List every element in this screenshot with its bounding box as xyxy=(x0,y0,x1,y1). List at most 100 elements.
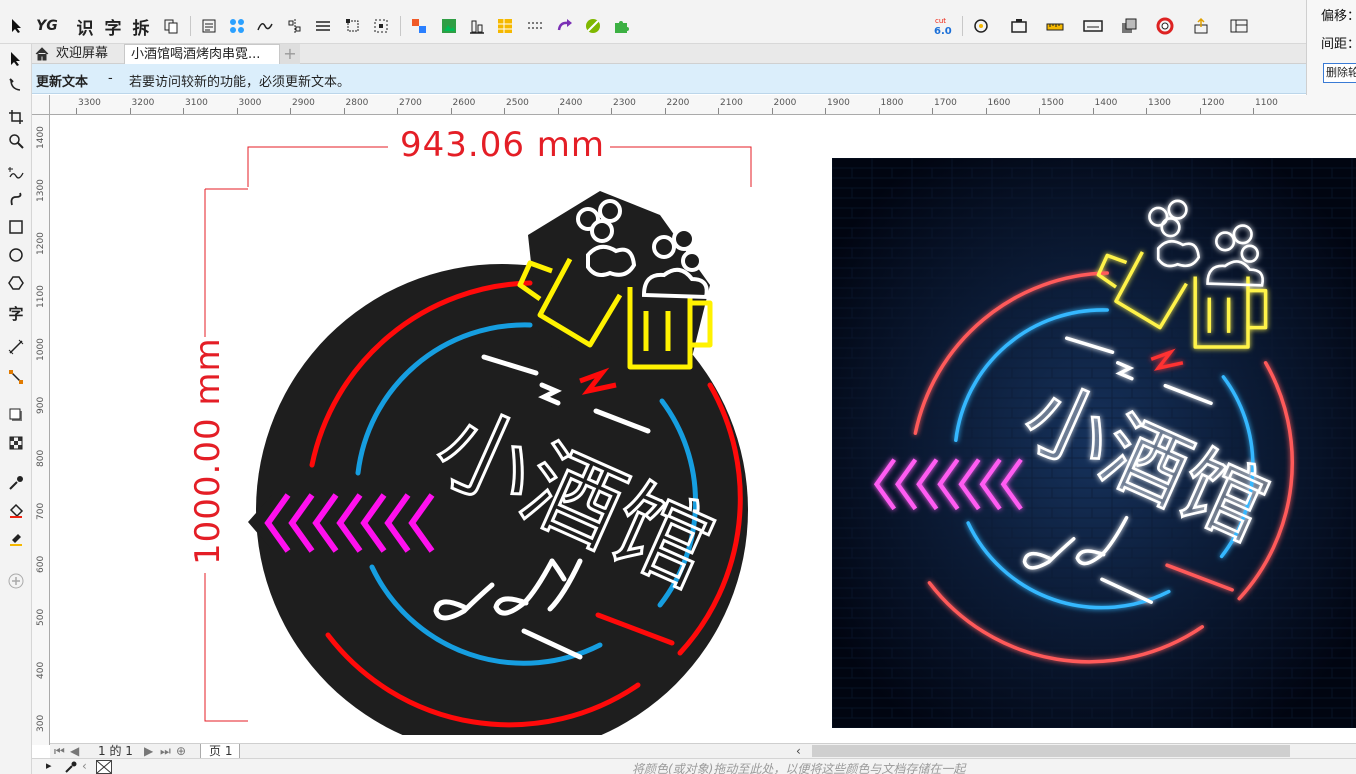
horizontal-scrollbar[interactable] xyxy=(812,745,1290,757)
text-button[interactable]: 字 xyxy=(102,14,124,39)
copy-icon[interactable] xyxy=(160,14,182,38)
ruler-tick-label: 1100 xyxy=(1255,98,1278,108)
pick-tool-icon[interactable] xyxy=(5,48,27,70)
ruler-tick-label: 2200 xyxy=(666,98,690,108)
offset-panel: 偏移： 间距： 删除轮廓 xyxy=(1306,0,1356,104)
distribute-icon[interactable] xyxy=(312,14,334,38)
dots-grid-icon[interactable] xyxy=(524,14,546,38)
pick-tool-icon[interactable] xyxy=(6,14,28,38)
horizontal-ruler[interactable]: 3300 3200 3100 3000 2900 2800 2700 2600 2500 2400… xyxy=(50,95,1356,115)
leaf-icon[interactable] xyxy=(582,14,604,38)
offset-label: 偏移： xyxy=(1321,9,1356,24)
tab-welcome[interactable]: 欢迎屏幕 xyxy=(56,44,108,64)
shadow-tool-icon[interactable] xyxy=(5,404,27,426)
node-grid-icon[interactable] xyxy=(226,14,248,38)
ruler-tick-label: 1300 xyxy=(1148,98,1171,108)
image-icon[interactable] xyxy=(438,14,460,38)
align-bottom-icon[interactable] xyxy=(466,14,488,38)
svg-text:cut: cut xyxy=(935,17,946,25)
cut-plugin-icon[interactable]: cut 6.0 xyxy=(932,14,954,38)
scroll-left-icon[interactable]: ‹ xyxy=(796,744,801,758)
ruler-tick-label: 2700 xyxy=(399,98,422,108)
ruler-tick-label: 1400 xyxy=(36,126,46,149)
camera-icon[interactable] xyxy=(1008,14,1030,38)
ruler-tick-label: 2600 xyxy=(452,98,476,108)
redo-arrow-icon[interactable] xyxy=(554,14,576,38)
ruler-tick-label: 2500 xyxy=(506,98,529,108)
document-icon[interactable] xyxy=(198,14,220,38)
align-nodes-icon[interactable] xyxy=(284,14,306,38)
add-page-icon[interactable]: ⊕ xyxy=(176,744,186,758)
eyedropper-tool-icon[interactable] xyxy=(5,472,27,494)
ruler-tick-label: 3200 xyxy=(131,98,155,108)
table-icon[interactable] xyxy=(494,14,516,38)
fill-tool-icon[interactable] xyxy=(5,500,27,522)
connector-tool-icon[interactable] xyxy=(5,366,27,388)
scroll-back-icon[interactable]: ‹ xyxy=(82,759,87,773)
add-tool-icon[interactable] xyxy=(5,570,27,592)
trace-icon[interactable] xyxy=(970,14,992,38)
curve-icon[interactable] xyxy=(254,14,276,38)
ruler-tick-label: 3100 xyxy=(185,98,208,108)
home-icon[interactable] xyxy=(34,46,50,62)
export-icon[interactable] xyxy=(1190,14,1212,38)
recognize-button[interactable]: 识 xyxy=(74,14,96,39)
ruler-tick-label: 1700 xyxy=(934,98,957,108)
ruler-tick-label: 1300 xyxy=(36,179,46,202)
ruler-tick-label: 3000 xyxy=(238,98,262,108)
page-counter: 1 的 1 xyxy=(98,744,133,758)
smart-fill-icon[interactable] xyxy=(5,528,27,550)
ruler-origin[interactable] xyxy=(32,95,50,115)
transform-icon[interactable] xyxy=(342,14,364,38)
update-dash: - xyxy=(108,71,113,86)
no-fill-swatch[interactable] xyxy=(96,760,112,774)
transparency-tool-icon[interactable] xyxy=(5,432,27,454)
polygon-tool-icon[interactable] xyxy=(5,272,27,294)
width-dimension-label[interactable]: 943.06 mm xyxy=(400,125,605,165)
rectangle-tool-icon[interactable] xyxy=(5,216,27,238)
height-dimension-label[interactable]: 1000.00 mm xyxy=(188,337,228,565)
zoom-tool-icon[interactable] xyxy=(5,130,27,152)
dimension-tool-icon[interactable] xyxy=(5,336,27,358)
yg-plugin-icon[interactable]: YG xyxy=(36,14,58,38)
ellipse-tool-icon[interactable] xyxy=(5,244,27,266)
artistic-media-icon[interactable] xyxy=(5,188,27,210)
svg-text:6.0: 6.0 xyxy=(934,26,952,37)
neon-sign-vector[interactable]: 小酒馆 xyxy=(240,175,760,735)
eyedropper-icon[interactable] xyxy=(64,760,78,774)
split-button[interactable]: 拆 xyxy=(130,14,152,39)
arrange-icon[interactable] xyxy=(408,14,430,38)
keyboard-icon[interactable] xyxy=(1082,14,1104,38)
crop-tool-icon[interactable] xyxy=(5,106,27,128)
text-tool-icon[interactable]: 字 xyxy=(5,302,27,324)
layers-icon[interactable] xyxy=(1118,14,1140,38)
freehand-tool-icon[interactable] xyxy=(5,162,27,184)
ruler-tick-label: 900 xyxy=(36,396,46,414)
ruler-tick-label: 1000 xyxy=(36,338,46,361)
vertical-ruler[interactable]: 1400 1300 1200 1100 1000 900 800 700 600 500 400 30… xyxy=(32,115,50,745)
update-title-link[interactable]: 更新文本 xyxy=(36,71,88,90)
panel-layout-icon[interactable] xyxy=(1228,14,1250,38)
drawing-canvas[interactable]: 943.06 mm 1000.00 mm 小酒馆 小酒馆 xyxy=(50,115,1356,743)
delete-outline-button[interactable]: 删除轮廓 xyxy=(1323,63,1356,83)
add-tab-button[interactable]: + xyxy=(280,44,300,64)
tab-document[interactable]: 小酒馆喝酒烤肉串霓... xyxy=(124,44,280,64)
update-notification-bar: 更新文本 - 若要访问较新的功能，必须更新文本。 xyxy=(32,64,1306,94)
puzzle-icon[interactable] xyxy=(610,14,632,38)
ruler-icon[interactable] xyxy=(1044,14,1066,38)
page-tab[interactable]: 页 1 xyxy=(200,744,240,759)
prev-page-icon[interactable]: ◀ xyxy=(70,744,79,758)
last-page-icon[interactable]: ⏭ xyxy=(160,744,171,758)
ruler-tick-label: 300 xyxy=(36,714,46,732)
color-docker-bar: ▸ ‹ 将颜色(或对象)拖动至此处，以便将这些颜色与文档存储在一起 xyxy=(32,758,1356,774)
lifebuoy-icon[interactable] xyxy=(1154,14,1176,38)
select-region-icon[interactable] xyxy=(370,14,392,38)
first-page-icon[interactable]: ⏮ xyxy=(54,744,65,758)
spacing-label: 间距： xyxy=(1321,37,1356,52)
next-page-icon[interactable]: ▶ xyxy=(144,744,153,758)
ruler-tick-label: 2100 xyxy=(720,98,743,108)
ruler-tick-label: 700 xyxy=(36,502,46,520)
update-message: 若要访问较新的功能，必须更新文本。 xyxy=(129,75,351,90)
expand-arrow-icon[interactable]: ▸ xyxy=(46,759,52,772)
ruler-tick-label: 500 xyxy=(36,608,46,626)
